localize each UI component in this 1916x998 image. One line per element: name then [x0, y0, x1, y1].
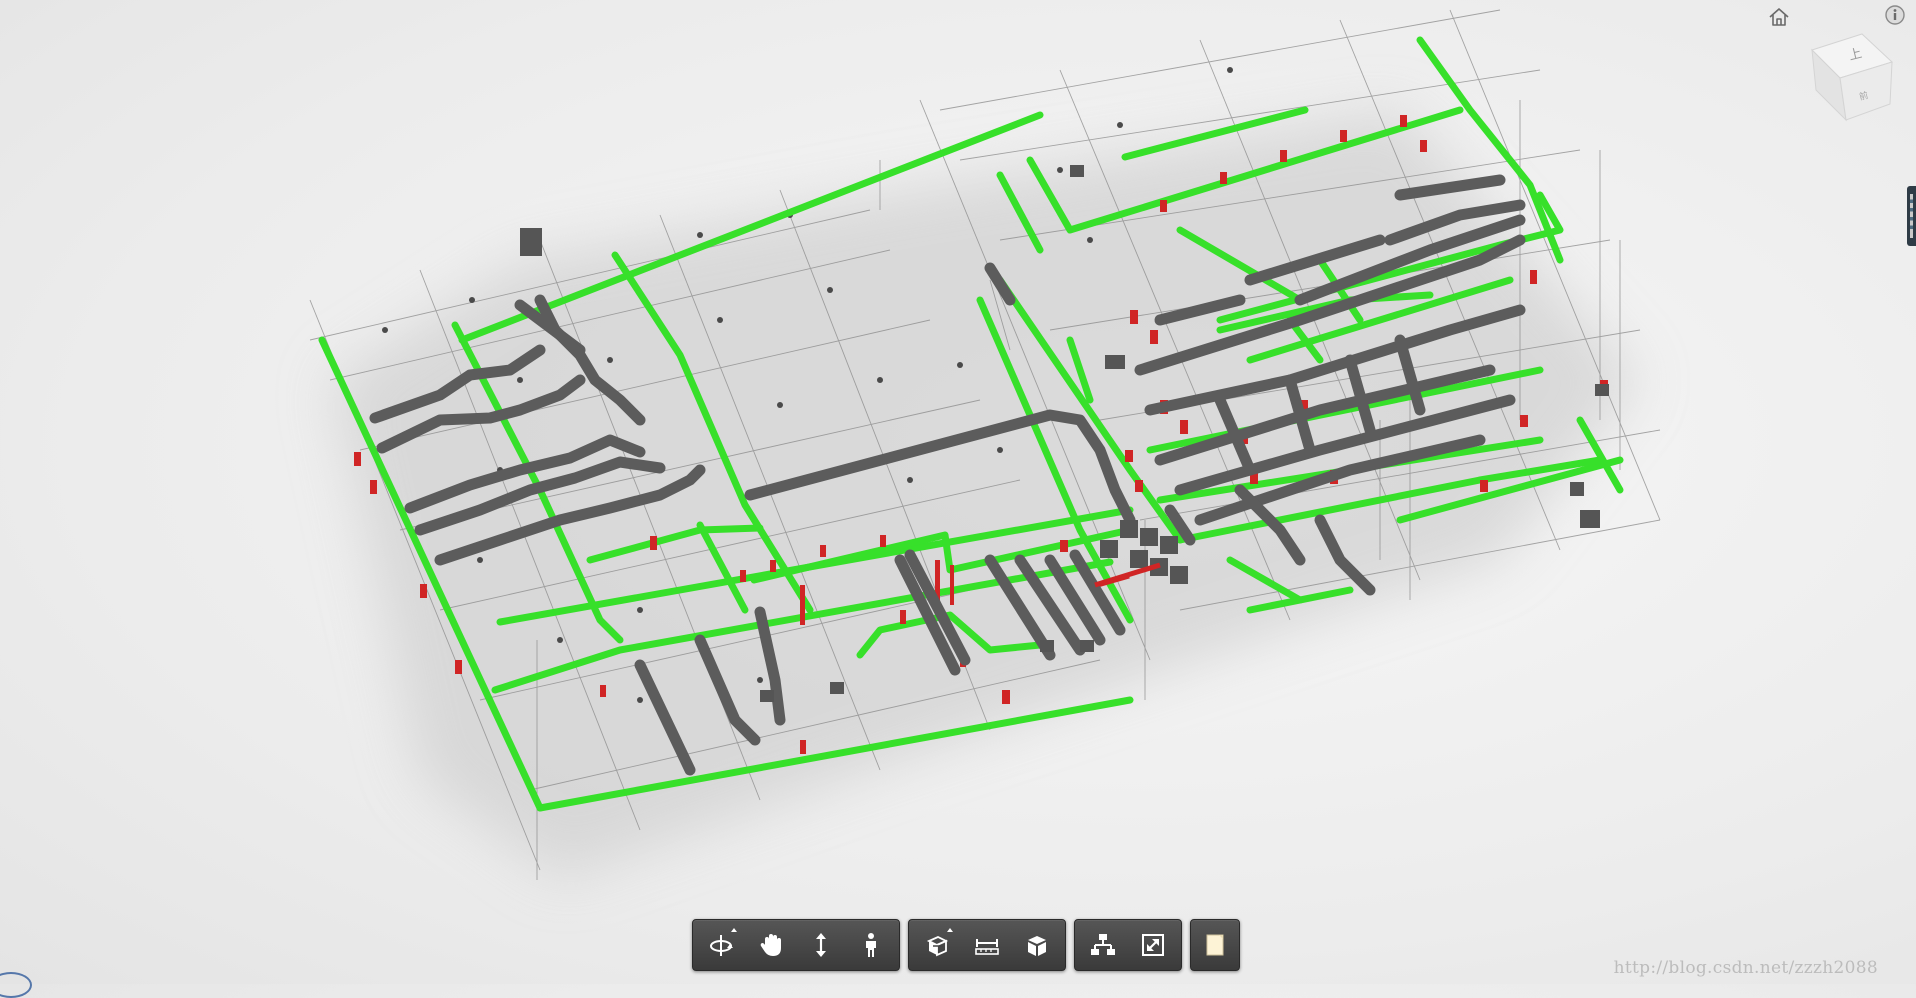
viewcube[interactable]: 上 前 [1800, 28, 1900, 128]
toolbar-group-panels [1074, 919, 1182, 971]
orbit-dropdown-caret[interactable] [731, 928, 737, 932]
watermark-url: http://blog.csdn.net/zzzh2088 [1613, 958, 1878, 978]
toolbar-group-extras [1190, 919, 1240, 971]
first-person-icon [866, 933, 876, 957]
section-button[interactable] [912, 920, 962, 970]
properties-button[interactable] [1194, 920, 1236, 970]
viewcube-icon: 上 前 [1811, 33, 1893, 122]
home-icon [1769, 8, 1789, 26]
properties-icon [1206, 934, 1224, 956]
side-panel-handle[interactable] [1907, 186, 1916, 246]
first-person-button[interactable] [846, 920, 896, 970]
viewer-toolbar [692, 919, 1240, 971]
bim-model-render[interactable] [0, 0, 1916, 984]
section-dropdown-caret[interactable] [947, 928, 953, 932]
info-icon [1885, 5, 1905, 25]
3d-viewport[interactable]: 上 前 http://blog.csdn.net/zzzh2088 [0, 0, 1916, 998]
info-button[interactable] [1882, 2, 1908, 28]
measure-button[interactable] [962, 920, 1012, 970]
explode-icon [1028, 936, 1046, 956]
model-browser-icon [1091, 934, 1115, 955]
orbit-icon [710, 935, 733, 956]
corner-logo-icon [0, 972, 32, 998]
handle-grip [1910, 194, 1913, 238]
home-button[interactable] [1766, 4, 1792, 30]
measure-icon [975, 939, 999, 955]
toolbar-group-model-tools [908, 919, 1066, 971]
pan-button[interactable] [746, 920, 796, 970]
fullscreen-button[interactable] [1128, 920, 1178, 970]
toolbar-group-navigation [692, 919, 900, 971]
fullscreen-icon [1142, 934, 1164, 956]
zoom-button[interactable] [796, 920, 846, 970]
zoom-icon [816, 933, 826, 957]
model-browser-button[interactable] [1078, 920, 1128, 970]
explode-button[interactable] [1012, 920, 1062, 970]
orbit-button[interactable] [696, 920, 746, 970]
pan-icon [760, 934, 781, 956]
section-icon [926, 936, 949, 957]
